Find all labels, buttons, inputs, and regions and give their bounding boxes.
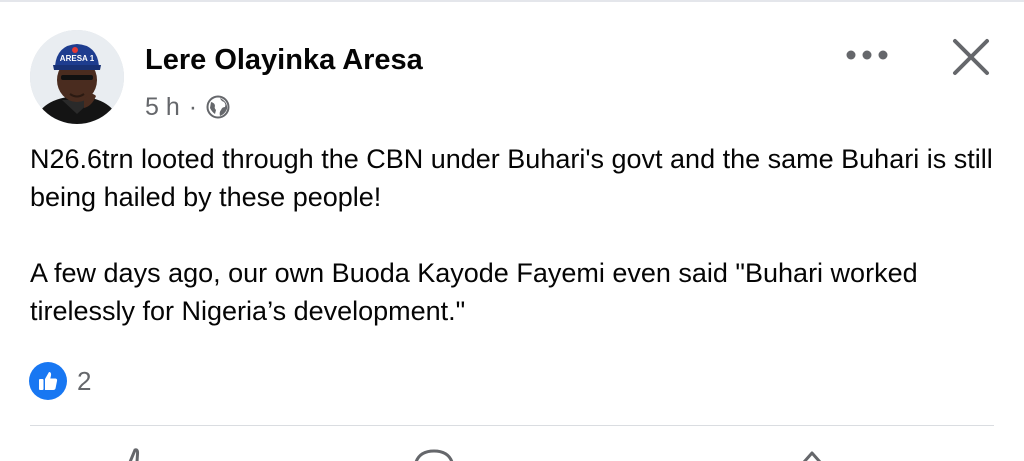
close-button[interactable] bbox=[946, 32, 996, 82]
like-icon bbox=[29, 362, 67, 400]
post-paragraph: A few days ago, our own Buoda Kayode Fay… bbox=[30, 258, 918, 326]
avatar[interactable]: ARESA 1 bbox=[30, 30, 124, 124]
post-view: ARESA 1 Lere Olayinka Aresa 5 h · N26.6t… bbox=[0, 0, 1024, 461]
globe-icon[interactable] bbox=[206, 95, 230, 119]
post-paragraph: N26.6trn looted through the CBN under Bu… bbox=[30, 144, 993, 212]
comment-icon[interactable] bbox=[412, 448, 456, 461]
more-horizontal-icon bbox=[846, 50, 888, 60]
share-icon[interactable] bbox=[800, 448, 824, 461]
more-options-button[interactable] bbox=[838, 40, 896, 70]
like-icon[interactable] bbox=[118, 448, 152, 461]
top-divider bbox=[0, 0, 1024, 2]
avatar-image: ARESA 1 bbox=[30, 30, 124, 124]
avatar-cap-text: ARESA 1 bbox=[60, 54, 95, 63]
post-time[interactable]: 5 h bbox=[145, 93, 180, 122]
meta-separator: · bbox=[188, 92, 198, 121]
post-text: N26.6trn looted through the CBN under Bu… bbox=[30, 140, 1000, 330]
close-icon bbox=[953, 39, 989, 75]
reaction-count: 2 bbox=[77, 365, 92, 396]
author-name[interactable]: Lere Olayinka Aresa bbox=[145, 44, 423, 77]
reactions-summary[interactable]: 2 bbox=[29, 362, 91, 400]
post-meta: 5 h · bbox=[145, 92, 230, 122]
actions-divider bbox=[30, 425, 994, 426]
